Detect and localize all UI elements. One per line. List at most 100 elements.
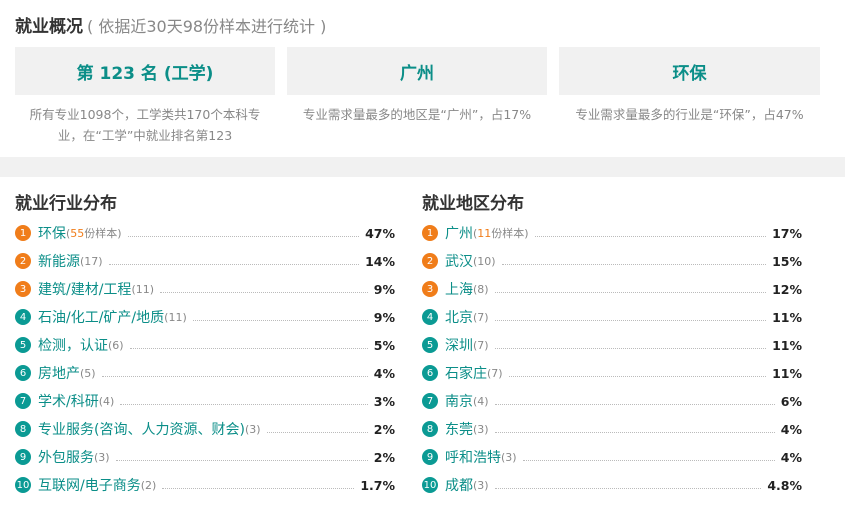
region-row[interactable]: 5 深圳 (7) 11% xyxy=(422,331,802,359)
rank-badge: 8 xyxy=(422,421,438,437)
section-divider xyxy=(0,157,845,177)
industry-name[interactable]: 新能源 xyxy=(38,251,80,271)
dotted-leader xyxy=(494,487,762,489)
industry-row[interactable]: 5 检测，认证 (6) 5% xyxy=(15,331,395,359)
industry-name[interactable]: 学术/科研 xyxy=(38,391,99,411)
sample-count: (4) xyxy=(473,394,489,408)
region-row[interactable]: 6 石家庄 (7) 11% xyxy=(422,359,802,387)
count-number: 11 xyxy=(477,227,492,240)
rank-card: 第 123 名 (工学) xyxy=(15,47,275,95)
region-row[interactable]: 4 北京 (7) 11% xyxy=(422,303,802,331)
sample-count: (11份样本) xyxy=(473,225,529,241)
sample-count: (11) xyxy=(131,282,155,296)
rank-badge: 6 xyxy=(422,365,438,381)
region-row[interactable]: 7 南京 (4) 6% xyxy=(422,387,802,415)
sample-count: (3) xyxy=(94,450,110,464)
overview-subtitle: ( 依据近30天98份样本进行统计 ) xyxy=(87,17,327,36)
rank-badge: 4 xyxy=(422,309,438,325)
sample-count: (7) xyxy=(473,338,489,352)
industry-row[interactable]: 9 外包服务 (3) 2% xyxy=(15,443,395,471)
percentage: 4% xyxy=(780,421,802,437)
industry-row[interactable]: 10 互联网/电子商务 (2) 1.7% xyxy=(15,471,395,499)
region-row[interactable]: 10 成都 (3) 4.8% xyxy=(422,471,802,499)
region-name[interactable]: 深圳 xyxy=(445,335,473,355)
top-industry-card-label: 环保 xyxy=(672,63,707,84)
dotted-leader xyxy=(127,235,360,237)
dotted-leader xyxy=(534,235,767,237)
rank-badge: 7 xyxy=(15,393,31,409)
rank-card-description: 所有专业1098个，工学类共170个本科专 业，在“工学”中就业排名第123 xyxy=(15,104,275,146)
sample-count: (11) xyxy=(164,310,187,324)
industry-row[interactable]: 2 新能源 (17) 14% xyxy=(15,247,395,275)
rank-card-label: 第 123 名 (工学) xyxy=(76,63,214,84)
industry-name[interactable]: 环保 xyxy=(38,223,66,243)
percentage: 4.8% xyxy=(767,477,802,493)
industry-name[interactable]: 专业服务(咨询、人力资源、财会) xyxy=(38,419,245,439)
rank-badge: 10 xyxy=(422,477,438,493)
rank-badge: 2 xyxy=(15,253,31,269)
sample-count: (3) xyxy=(501,450,517,464)
top-region-card: 广州 xyxy=(287,47,547,95)
industry-row[interactable]: 7 学术/科研 (4) 3% xyxy=(15,387,395,415)
industry-row[interactable]: 1 环保 (55份样本) 47% xyxy=(15,219,395,247)
count-suffix: 份样本) xyxy=(84,227,122,240)
sample-count: (4) xyxy=(98,394,115,408)
industry-name[interactable]: 建筑/建材/工程 xyxy=(38,279,131,299)
region-name[interactable]: 石家庄 xyxy=(445,363,487,383)
region-row[interactable]: 3 上海 (8) 12% xyxy=(422,275,802,303)
dotted-leader xyxy=(160,291,368,293)
percentage: 12% xyxy=(772,281,802,297)
region-name[interactable]: 东莞 xyxy=(445,419,473,439)
region-row[interactable]: 1 广州 (11份样本) 17% xyxy=(422,219,802,247)
overview-heading: 就业概况 xyxy=(15,17,83,37)
rank-badge: 2 xyxy=(422,253,438,269)
sample-count: (5) xyxy=(80,366,96,380)
top-region-card-label: 广州 xyxy=(400,63,434,84)
dotted-leader xyxy=(522,459,775,461)
sample-count: (3) xyxy=(244,422,261,436)
industry-name[interactable]: 检测，认证 xyxy=(38,335,108,355)
percentage: 47% xyxy=(365,225,395,241)
region-name[interactable]: 上海 xyxy=(445,279,473,299)
industry-name[interactable]: 房地产 xyxy=(38,363,80,383)
industry-row[interactable]: 3 建筑/建材/工程 (11) 9% xyxy=(15,275,395,303)
rank-badge: 1 xyxy=(15,225,31,241)
region-row[interactable]: 9 呼和浩特 (3) 4% xyxy=(422,443,802,471)
industry-name[interactable]: 互联网/电子商务 xyxy=(38,475,141,495)
dotted-leader xyxy=(115,459,368,461)
sample-count: (17) xyxy=(80,254,103,268)
region-name[interactable]: 广州 xyxy=(445,223,473,243)
region-row[interactable]: 8 东莞 (3) 4% xyxy=(422,415,802,443)
rank-badge: 10 xyxy=(15,477,31,493)
rank-badge: 3 xyxy=(15,281,31,297)
sample-count: (2) xyxy=(140,478,157,492)
dotted-leader xyxy=(494,347,767,349)
percentage: 1.7% xyxy=(360,477,395,493)
rank-badge: 8 xyxy=(15,421,31,437)
region-name[interactable]: 呼和浩特 xyxy=(445,447,501,467)
industry-name[interactable]: 石油/化工/矿产/地质 xyxy=(38,307,164,327)
rank-badge: 6 xyxy=(15,365,31,381)
region-name[interactable]: 成都 xyxy=(445,475,473,495)
count-number: 55 xyxy=(70,227,85,240)
industry-title: 就业行业分布 xyxy=(15,194,117,214)
dotted-leader xyxy=(508,375,767,377)
rank-badge: 7 xyxy=(422,393,438,409)
industry-row[interactable]: 8 专业服务(咨询、人力资源、财会) (3) 2% xyxy=(15,415,395,443)
industry-name[interactable]: 外包服务 xyxy=(38,447,94,467)
region-name[interactable]: 北京 xyxy=(445,307,473,327)
dotted-leader xyxy=(494,319,767,321)
region-row[interactable]: 2 武汉 (10) 15% xyxy=(422,247,802,275)
percentage: 3% xyxy=(373,393,395,409)
dotted-leader xyxy=(501,263,767,265)
rank-badge: 9 xyxy=(15,449,31,465)
overview-title: 就业概况( 依据近30天98份样本进行统计 ) xyxy=(15,12,326,37)
region-name[interactable]: 武汉 xyxy=(445,251,473,271)
percentage: 2% xyxy=(373,421,395,437)
industry-row[interactable]: 4 石油/化工/矿产/地质 (11) 9% xyxy=(15,303,395,331)
percentage: 11% xyxy=(772,309,802,325)
industry-row[interactable]: 6 房地产 (5) 4% xyxy=(15,359,395,387)
rank-badge: 9 xyxy=(422,449,438,465)
region-name[interactable]: 南京 xyxy=(445,391,473,411)
percentage: 6% xyxy=(780,393,802,409)
